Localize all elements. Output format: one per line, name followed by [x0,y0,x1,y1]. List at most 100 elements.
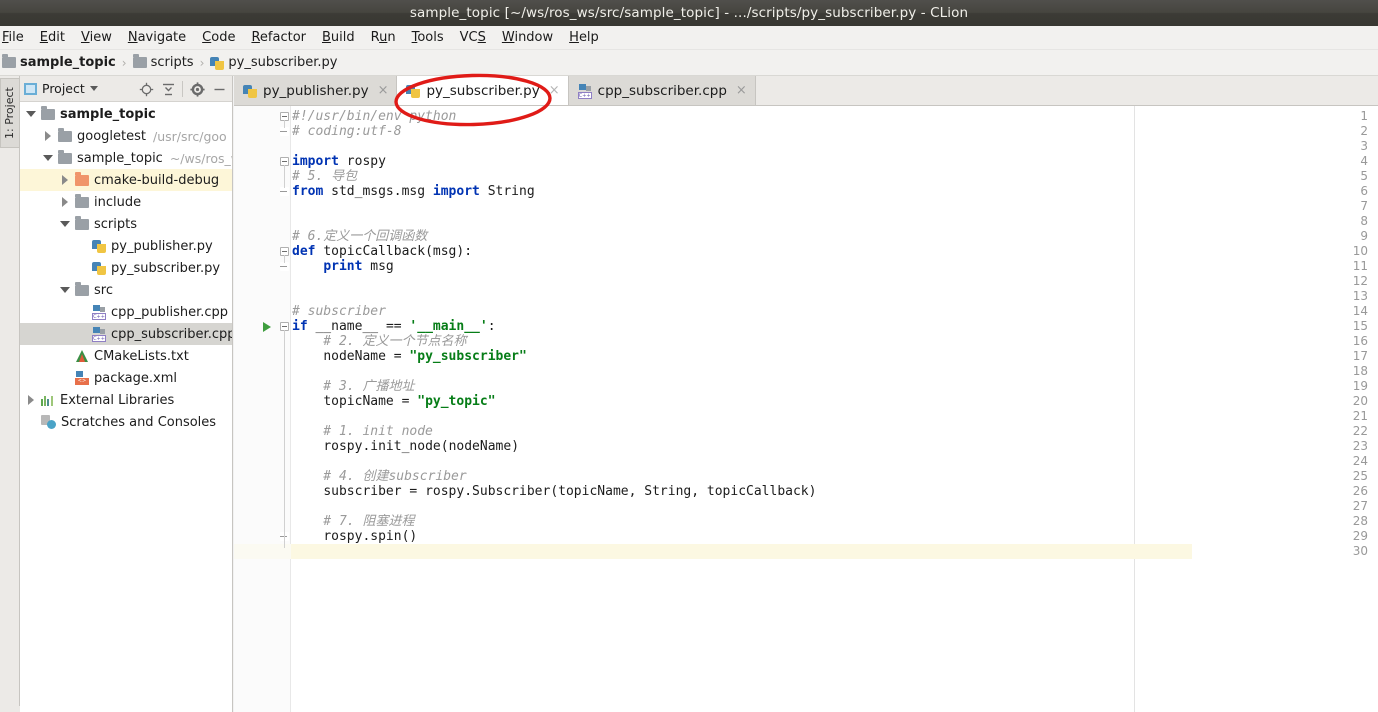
code-text: = [393,319,402,334]
menu-tools[interactable]: Tools [404,28,452,47]
code-line[interactable]: # 2. 定义一个节点名称 [292,334,466,349]
code-line[interactable]: # 3. 广播地址 [292,379,414,394]
cpp-tag: C++ [577,91,592,99]
code-line[interactable]: # 7. 阻塞进程 [292,514,414,529]
tree-item-sample-topic[interactable]: sample_topic [20,103,232,125]
tree-item-src[interactable]: src [20,279,232,301]
menu-run[interactable]: Run [363,28,404,47]
menu-view[interactable]: View [73,28,120,47]
code-comment: # coding:utf-8 [292,124,402,139]
chevron-right-icon[interactable] [43,131,53,141]
tree-item-sample-topic[interactable]: sample_topic ~/ws/ros_w [20,147,232,169]
editor-gutter[interactable] [234,106,290,712]
tree-item-py-publisher-py[interactable]: py_publisher.py [20,235,232,257]
tree-item-scratches-and-consoles[interactable]: Scratches and Consoles [20,411,232,433]
code-comment: # subscriber [292,304,386,319]
editor-tab-py-subscriber-py[interactable]: py_subscriber.py × [397,76,569,105]
close-icon[interactable]: × [549,84,560,97]
chevron-down-icon[interactable] [43,153,53,163]
code-line[interactable]: rospy.spin() [292,529,417,544]
editor-tab-py-publisher-py[interactable]: py_publisher.py × [234,76,398,105]
close-icon[interactable]: × [378,84,389,97]
code-line[interactable]: if __name__ == '__main__': [292,319,496,334]
breadcrumb-item-sample-topic[interactable]: sample_topic [2,54,116,70]
code-text: ) [808,484,817,499]
code-line[interactable]: #!/usr/bin/env python [292,109,456,124]
tree-item-external-libraries[interactable]: External Libraries [20,389,232,411]
code-text: Subscriber [472,484,551,499]
tool-button-project[interactable]: 1: Project [0,78,20,148]
gear-icon[interactable] [186,78,208,100]
code-line[interactable]: # 5. 导包 [292,169,357,184]
fold-end-marker[interactable] [280,187,289,196]
tree-item-include[interactable]: include [20,191,232,213]
code-line[interactable]: # 1. init node [292,424,433,439]
cpp-file-icon: C++ [92,327,106,342]
tree-item-cmakelists-txt[interactable]: CMakeLists.txt [20,345,232,367]
tree-item-scripts[interactable]: scripts [20,213,232,235]
libraries-icon [41,394,55,406]
tree-item-cmake-build-debug[interactable]: cmake-build-debug [20,169,232,191]
menu-refactor[interactable]: Refactor [243,28,314,47]
code-text: rospy [323,439,363,454]
chevron-down-icon[interactable] [60,219,70,229]
chevron-right-icon[interactable] [26,395,36,405]
tree-item-label: py_subscriber.py [111,260,221,276]
code-string: "py_subscriber" [409,349,527,364]
chevron-down-icon[interactable] [26,109,36,119]
code-line[interactable]: nodeName = "py_subscriber" [292,349,527,364]
cpp-file-icon: C++ [92,305,106,320]
code-text: . [464,484,473,499]
code-line[interactable]: subscriber = rospy.Subscriber(topicName,… [292,484,816,499]
code-text[interactable]: #!/usr/bin/env python # coding:utf-8 impor… [291,106,1378,712]
code-line[interactable]: rospy.init_node(nodeName) [292,439,519,454]
code-string: '__main__' [409,319,488,334]
menu-code[interactable]: Code [194,28,243,47]
fold-end-marker[interactable] [280,127,289,136]
menu-edit[interactable]: Edit [32,28,73,47]
tree-item-package-xml[interactable]: package.xml [20,367,232,389]
tree-item-py-subscriber-py[interactable]: py_subscriber.py [20,257,232,279]
menu-window[interactable]: Window [494,28,561,47]
code-line[interactable]: # coding:utf-8 [292,124,402,139]
chevron-right-icon[interactable] [60,175,70,185]
toolbar-divider [182,81,183,97]
menu-file[interactable]: File [0,28,32,47]
editor-tab-cpp-subscriber-cpp[interactable]: C++ cpp_subscriber.cpp × [568,76,756,105]
breadcrumb-item-py-subscriber-py[interactable]: py_subscriber.py [210,55,337,70]
menu-vcs[interactable]: VCS [452,28,494,47]
menu-help[interactable]: Help [561,28,607,47]
tree-item-label: py_publisher.py [111,238,213,254]
code-line[interactable]: # subscriber [292,304,386,319]
chevron-down-icon[interactable] [89,86,98,91]
minimize-icon[interactable] [208,78,230,100]
run-script-icon[interactable] [263,322,271,332]
chevron-right-icon[interactable] [60,197,70,207]
tree-item-googletest[interactable]: googletest/usr/src/goo [20,125,232,147]
code-text: String [487,184,535,199]
tree-item-cpp-subscriber-cpp[interactable]: C++ cpp_subscriber.cpp [20,323,232,345]
menu-navigate[interactable]: Navigate [120,28,194,47]
menu-build[interactable]: Build [314,28,363,47]
fold-end-marker[interactable] [280,262,289,271]
code-editor[interactable]: 1 2 3 4 5 6 7 8 9 10 11 12 13 14 15 16 17 18 19 20 21 22 23 24 2… [234,106,1378,712]
code-line[interactable]: # 4. 创建subscriber [292,469,466,484]
close-icon[interactable]: × [736,84,747,97]
tree-item-cpp-publisher-cpp[interactable]: C++ cpp_publisher.cpp [20,301,232,323]
breadcrumb-item-scripts[interactable]: scripts [132,54,194,70]
code-line[interactable]: def topicCallback(msg): [292,244,472,259]
code-line[interactable]: print msg [292,259,393,274]
tree-item-label: cpp_subscriber.cpp [111,326,232,342]
project-tree[interactable]: sample_topic googletest/usr/src/goo sample… [20,103,232,712]
code-comment: # 1. init node [292,424,433,439]
code-line[interactable]: from std_msgs.msg import String [292,184,535,199]
code-line[interactable]: topicName = "py_topic" [292,394,495,409]
code-line[interactable]: # 6.定义一个回调函数 [292,229,427,244]
locate-target-icon[interactable] [135,78,157,100]
collapse-all-icon[interactable] [157,78,179,100]
chevron-down-icon[interactable] [60,285,70,295]
code-line[interactable]: import rospy [292,154,386,169]
folder-icon [58,149,72,164]
